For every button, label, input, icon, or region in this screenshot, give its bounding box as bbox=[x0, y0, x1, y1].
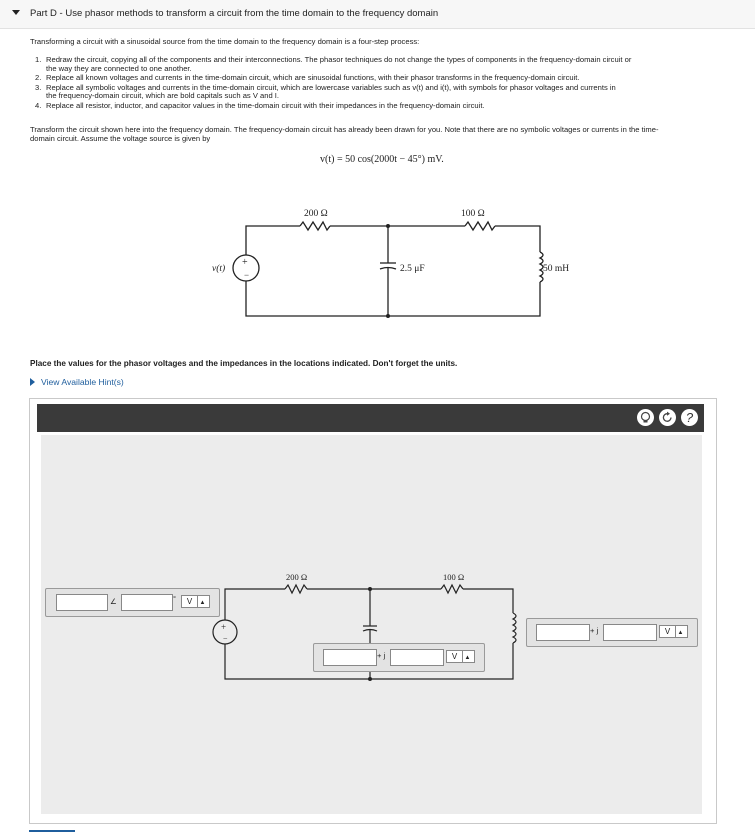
source-label: v(t) bbox=[212, 263, 225, 274]
step-item: 2. Replace all known voltages and current… bbox=[35, 73, 580, 83]
source-magnitude-input[interactable] bbox=[56, 594, 108, 611]
intro-text: Transforming a circuit with a sinusoidal… bbox=[30, 37, 420, 46]
source-angle-input[interactable] bbox=[121, 594, 173, 611]
source-equation: v(t) = 50 cos(2000t − 45°) mV. bbox=[320, 154, 444, 165]
inductor-real-input[interactable] bbox=[536, 624, 590, 641]
step-item: 3. Replace all symbolic voltages and curr… bbox=[35, 82, 616, 101]
part-title: Part D - Use phasor methods to transform… bbox=[30, 8, 439, 19]
capacitor-imag-input[interactable] bbox=[390, 649, 444, 666]
degree-symbol: ° bbox=[173, 594, 177, 603]
collapse-triangle-icon[interactable] bbox=[12, 10, 20, 15]
freq-r1-label: 200 Ω bbox=[286, 572, 307, 582]
lightbulb-icon[interactable] bbox=[637, 409, 654, 426]
caret-right-icon bbox=[30, 378, 35, 386]
reset-icon[interactable] bbox=[659, 409, 676, 426]
freq-resistor-100-symbol bbox=[440, 583, 464, 595]
inductor-imag-input[interactable] bbox=[603, 624, 657, 641]
steps-list: 1. Redraw the circuit, copying all of the… bbox=[35, 55, 736, 112]
help-button[interactable]: ? bbox=[681, 409, 698, 426]
dropdown-arrow-icon: ▲ bbox=[199, 600, 206, 606]
inductor-unit-select[interactable]: V ▲ bbox=[659, 625, 688, 638]
step-item: 1. Redraw the circuit, copying all of the… bbox=[35, 55, 632, 73]
plus-j-label: + j bbox=[377, 651, 386, 660]
dropdown-arrow-icon: ▲ bbox=[677, 630, 684, 636]
svg-text:−: − bbox=[244, 270, 249, 280]
freq-resistor-200-symbol bbox=[284, 583, 308, 595]
resistor-100-symbol bbox=[464, 220, 496, 232]
svg-text:−: − bbox=[223, 634, 228, 643]
freq-inductor-symbol bbox=[511, 612, 517, 644]
instruction-text: Place the values for the phasor voltages… bbox=[30, 359, 458, 368]
capacitor-label: 2.5 μF bbox=[400, 264, 425, 274]
r2-label: 100 Ω bbox=[461, 209, 485, 219]
part-header[interactable]: Part D - Use phasor methods to transform… bbox=[0, 0, 755, 29]
capacitor-unit-select[interactable]: V ▲ bbox=[446, 650, 475, 663]
dropdown-arrow-icon: ▲ bbox=[464, 655, 471, 661]
r1-label: 200 Ω bbox=[304, 209, 328, 219]
plus-j-label: + j bbox=[590, 626, 599, 635]
capacitor-real-input[interactable] bbox=[323, 649, 377, 666]
inductor-label: 50 mH bbox=[543, 264, 569, 274]
svg-text:+: + bbox=[221, 622, 226, 632]
svg-text:+: + bbox=[242, 257, 248, 268]
freq-r2-label: 100 Ω bbox=[443, 572, 464, 582]
panel-toolbar bbox=[37, 404, 704, 432]
time-domain-circuit: + − 200 Ω 100 Ω 2.5 μF 50 mH v(t) bbox=[212, 209, 569, 318]
angle-symbol: ∠ bbox=[110, 597, 117, 606]
bottom-accent-line bbox=[29, 830, 75, 832]
transform-text: Transform the circuit shown here into th… bbox=[30, 125, 659, 143]
resistor-200-symbol bbox=[299, 220, 331, 232]
source-unit-select[interactable]: V ▲ bbox=[181, 595, 210, 608]
hint-toggle[interactable]: View Available Hint(s) bbox=[30, 377, 124, 387]
step-item: 4. Replace all resistor, inductor, and ca… bbox=[35, 100, 485, 110]
